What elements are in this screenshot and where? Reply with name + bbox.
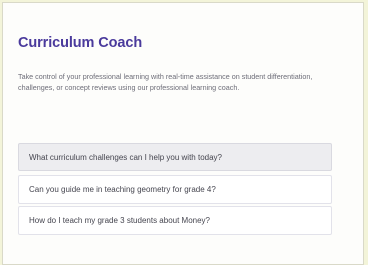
prompt-item-curriculum-challenges[interactable]: What curriculum challenges can I help yo… — [18, 143, 332, 171]
page-description: Take control of your professional learni… — [18, 72, 313, 92]
prompt-item-money-grade-3[interactable]: How do I teach my grade 3 students about… — [18, 206, 332, 235]
suggested-prompts: What curriculum challenges can I help yo… — [18, 143, 332, 237]
prompt-label: How do I teach my grade 3 students about… — [29, 216, 210, 225]
page-title: Curriculum Coach — [18, 35, 143, 51]
prompt-item-geometry-grade-4[interactable]: Can you guide me in teaching geometry fo… — [18, 175, 332, 204]
coach-panel: Curriculum Coach Take control of your pr… — [2, 2, 364, 265]
prompt-label: What curriculum challenges can I help yo… — [29, 152, 222, 162]
prompt-label: Can you guide me in teaching geometry fo… — [29, 185, 216, 194]
